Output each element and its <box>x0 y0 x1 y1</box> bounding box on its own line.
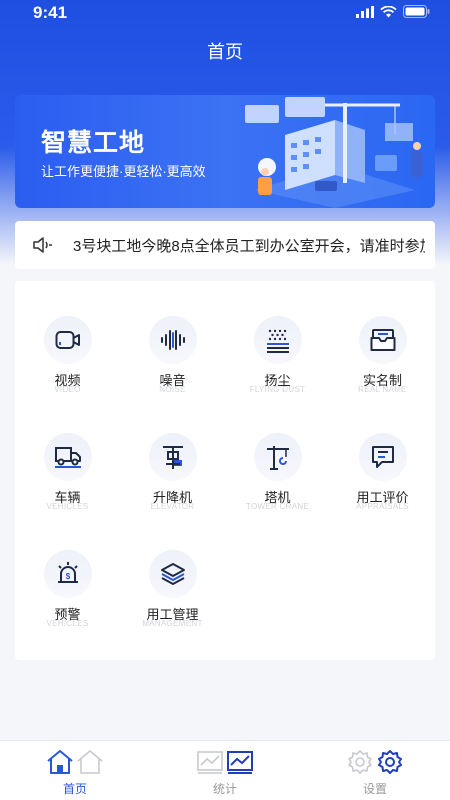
module-tower-crane[interactable]: 塔机 TOWER CRANE <box>225 398 330 516</box>
alarm-icon: $ <box>58 562 78 583</box>
notice-text: 3号块工地今晚8点全体员工到办公室开会，请准时参加 <box>73 238 425 255</box>
speaker-icon <box>33 237 52 253</box>
tab-settings[interactable]: 设置 <box>300 741 450 800</box>
dust-icon <box>267 329 289 353</box>
layers-icon <box>161 563 185 585</box>
module-noise[interactable]: 噪音 NOISE <box>120 281 225 399</box>
module-label-en: APPRAISALS <box>356 502 409 511</box>
battery-icon <box>403 5 430 18</box>
tab-home[interactable]: 首页 <box>0 741 150 800</box>
module-vehicles[interactable]: 车辆 VEHICLES <box>15 398 120 516</box>
construction-illustration-icon <box>245 97 423 208</box>
module-management[interactable]: 用工管理 MANAGEMENT <box>120 515 225 633</box>
banner-title: 智慧工地 <box>41 129 146 157</box>
tab-label: 设置 <box>362 782 387 796</box>
wifi-icon <box>380 5 397 17</box>
signal-icon <box>356 5 374 18</box>
module-grid: 视频 VIDEO 噪音 NOISE 扬尘 FLYING DUST 实名制 REA… <box>15 281 435 660</box>
tab-label: 首页 <box>62 782 87 796</box>
banner[interactable]: 智慧工地 让工作更便捷·更轻松·更高效 <box>15 95 435 208</box>
module-label-en: NOISE <box>159 385 186 394</box>
status-icons <box>356 5 430 18</box>
noise-wave-icon <box>161 330 185 350</box>
notice-bar[interactable]: 3号块工地今晚8点全体员工到办公室开会，请准时参加 <box>15 221 435 269</box>
module-elevator[interactable]: 升降机 ELEVATOR <box>120 398 225 516</box>
chart-icon <box>197 751 253 774</box>
status-bar: 9:41 <box>0 0 450 26</box>
truck-icon <box>55 447 81 468</box>
banner-subtitle: 让工作更便捷·更轻松·更高效 <box>41 164 206 179</box>
page-title: 首页 <box>207 42 243 62</box>
module-label-en: TOWER CRANE <box>245 502 310 511</box>
module-label-en: REAL NAME <box>358 385 407 394</box>
tower-crane-icon <box>267 446 289 470</box>
module-label-en: FLYING DUST <box>249 385 306 394</box>
tab-statistics[interactable]: 统计 <box>150 741 300 800</box>
module-label-en: VEHICLES <box>46 502 89 511</box>
module-label-en: VIDEO <box>54 385 81 394</box>
module-video[interactable]: 视频 VIDEO <box>15 281 120 399</box>
module-alarm[interactable]: $ 预警 VEHICLES <box>15 515 120 633</box>
module-label-en: MANAGEMENT <box>142 619 203 628</box>
tab-bar: 首页 统计 设置 <box>0 740 450 800</box>
svg-text:$: $ <box>66 572 71 581</box>
module-dust[interactable]: 扬尘 FLYING DUST <box>225 281 330 399</box>
status-time: 9:41 <box>33 3 68 22</box>
module-label-en: ELEVATOR <box>150 502 195 511</box>
real-name-icon <box>370 329 396 351</box>
module-appraisals[interactable]: 用工评价 APPRAISALS <box>330 398 435 516</box>
home-icon <box>47 750 103 774</box>
tab-label: 统计 <box>212 782 237 796</box>
settings-gear-icon <box>348 750 402 774</box>
module-real-name[interactable]: 实名制 REAL NAME <box>330 281 435 399</box>
elevator-icon <box>163 446 183 469</box>
module-label-en: VEHICLES <box>46 619 89 628</box>
appraisal-icon <box>372 446 394 468</box>
video-icon <box>55 331 80 349</box>
